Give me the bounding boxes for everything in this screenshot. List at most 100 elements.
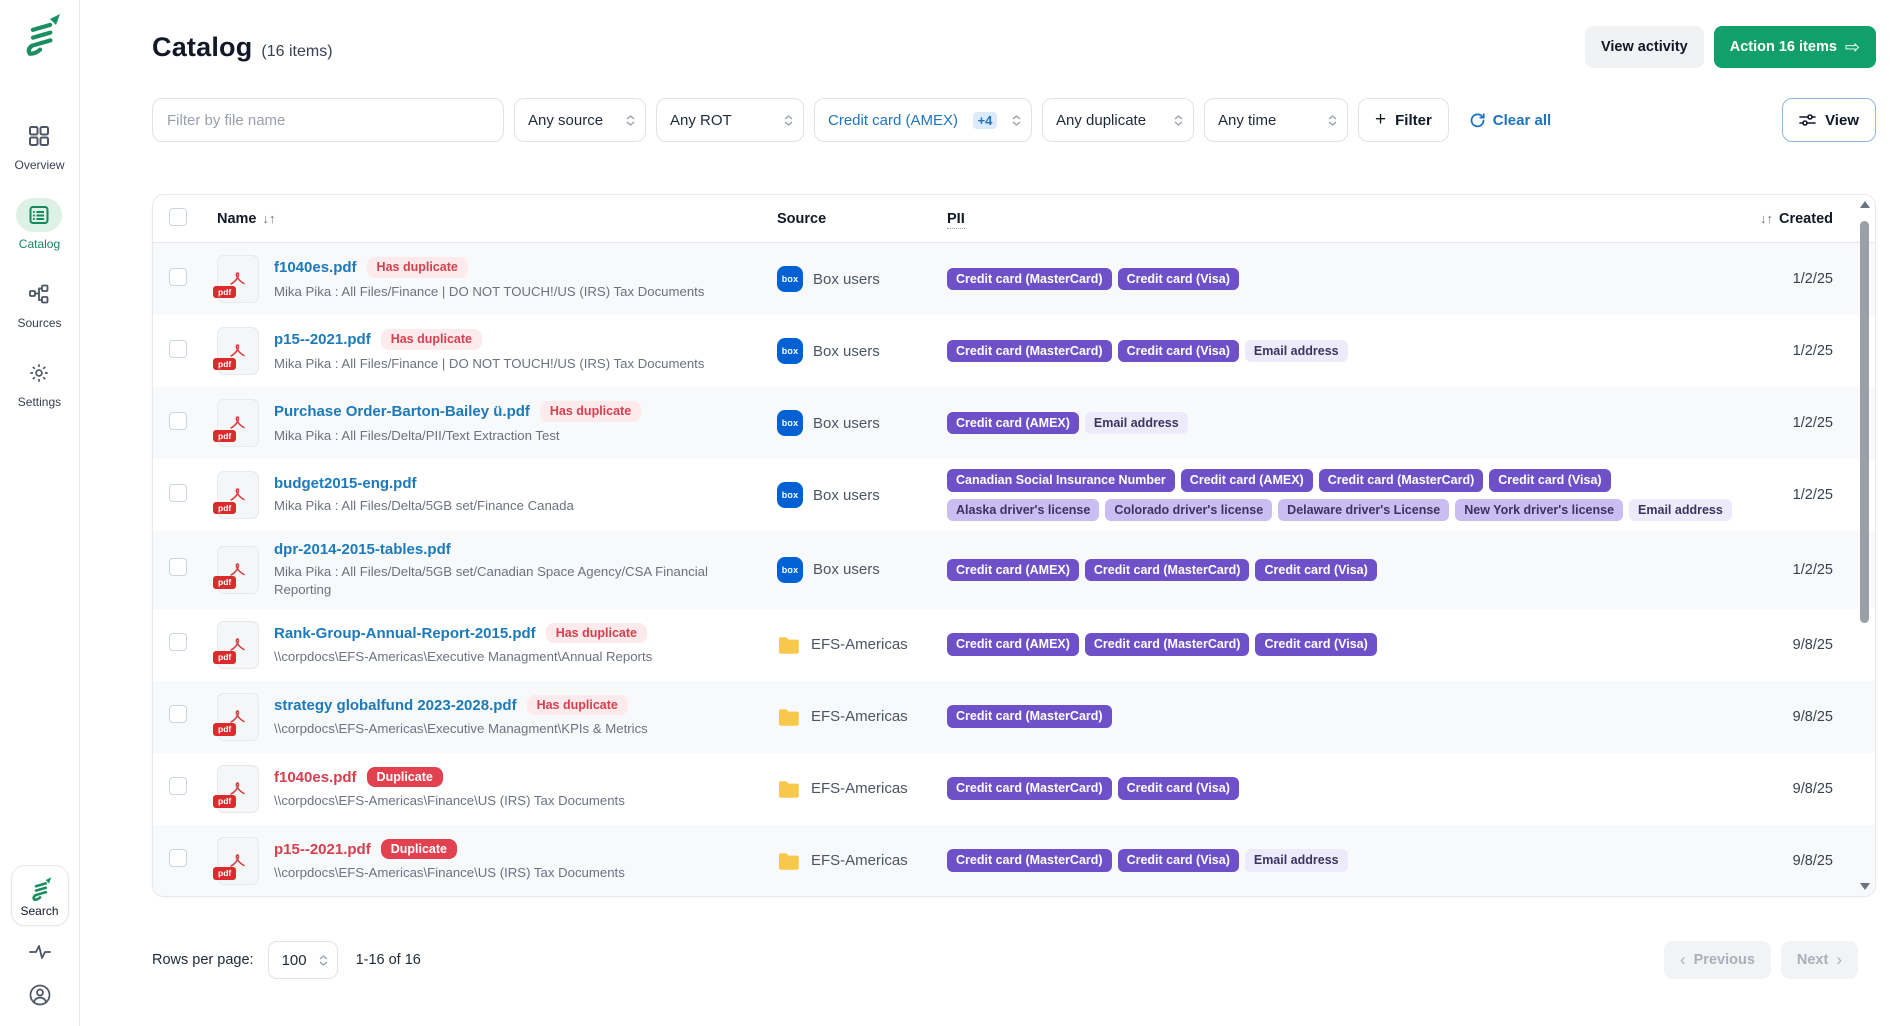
- file-name-filter-input[interactable]: [152, 98, 504, 142]
- file-name-link[interactable]: budget2015-eng.pdf: [274, 475, 417, 492]
- table-body: pdf f1040es.pdf Has duplicate Mika Pika …: [153, 243, 1875, 897]
- row-checkbox[interactable]: [169, 340, 187, 358]
- previous-page-button[interactable]: ‹ Previous: [1664, 941, 1771, 979]
- pii-tag: Credit card (MasterCard): [1085, 633, 1250, 656]
- pii-filter-dropdown[interactable]: Credit card (AMEX) +4: [814, 98, 1032, 142]
- pii-tag: Canadian Social Insurance Number: [947, 469, 1175, 492]
- chevron-updown-icon: [1328, 115, 1337, 126]
- pdf-badge: pdf: [213, 286, 236, 299]
- created-date: 9/8/25: [1749, 709, 1859, 725]
- table-row[interactable]: pdf p15--2021.pdf Has duplicate Mika Pik…: [153, 315, 1875, 387]
- row-checkbox[interactable]: [169, 777, 187, 795]
- pii-tag: Credit card (MasterCard): [947, 340, 1112, 363]
- pulse-icon[interactable]: [27, 942, 53, 967]
- dropdown-label: Any source: [528, 112, 603, 129]
- file-name-link[interactable]: f1040es.pdf: [274, 259, 357, 276]
- row-checkbox[interactable]: [169, 633, 187, 651]
- file-name-link[interactable]: f1040es.pdf: [274, 769, 357, 786]
- table-row[interactable]: pdf dpr-2014-2015-tables.pdf Mika Pika :…: [153, 531, 1875, 609]
- file-name-link[interactable]: strategy globalfund 2023-2028.pdf: [274, 697, 517, 714]
- sidebar: Overview Catalog Sources: [0, 0, 80, 1026]
- file-name-link[interactable]: p15--2021.pdf: [274, 841, 371, 858]
- table-row[interactable]: pdf f1040es.pdf Has duplicate Mika Pika …: [153, 243, 1875, 315]
- rows-per-page-select[interactable]: 100: [268, 941, 338, 979]
- scroll-down-icon[interactable]: [1860, 883, 1870, 890]
- row-checkbox[interactable]: [169, 558, 187, 576]
- sidebar-item-settings[interactable]: Settings: [16, 356, 62, 409]
- chevron-updown-icon: [319, 955, 328, 966]
- pdf-badge: pdf: [213, 502, 236, 515]
- add-filter-button[interactable]: + Filter: [1358, 98, 1449, 142]
- file-name-link[interactable]: Rank-Group-Annual-Report-2015.pdf: [274, 625, 536, 642]
- duplicate-badge: Has duplicate: [367, 257, 468, 278]
- chevron-right-icon: ›: [1836, 950, 1842, 970]
- file-path: Mika Pika : All Files/Delta/5GB set/Fina…: [274, 497, 574, 515]
- pdf-file-icon: pdf: [217, 765, 259, 813]
- pii-tags: Credit card (AMEX)Credit card (MasterCar…: [947, 633, 1749, 656]
- time-filter-dropdown[interactable]: Any time: [1204, 98, 1348, 142]
- scroll-up-icon[interactable]: [1860, 201, 1870, 208]
- row-checkbox[interactable]: [169, 484, 187, 502]
- row-checkbox[interactable]: [169, 412, 187, 430]
- pdf-file-icon: pdf: [217, 255, 259, 303]
- table-row[interactable]: pdf strategy globalfund 2023-2028.pdf Ha…: [153, 681, 1875, 753]
- created-date: 9/8/25: [1749, 637, 1859, 653]
- folder-icon: [777, 634, 801, 656]
- source-header-label: Source: [777, 211, 826, 227]
- table-row[interactable]: pdf Rank-Group-Annual-Report-2015.pdf Ha…: [153, 609, 1875, 681]
- column-header-source: Source: [777, 211, 947, 227]
- clear-all-button[interactable]: Clear all: [1469, 112, 1551, 129]
- page-title: Catalog: [152, 32, 252, 63]
- sidebar-item-overview[interactable]: Overview: [14, 119, 64, 172]
- catalog-table: Name ↓↑ Source PII ↓↑ Created pdf: [152, 194, 1876, 897]
- created-date: 1/2/25: [1749, 415, 1859, 431]
- search-launcher[interactable]: Search: [11, 865, 69, 926]
- sidebar-item-sources[interactable]: Sources: [16, 277, 62, 330]
- pii-tags: Credit card (MasterCard)Credit card (Vis…: [947, 340, 1749, 363]
- row-checkbox[interactable]: [169, 268, 187, 286]
- rows-per-page-label: Rows per page:: [152, 952, 254, 968]
- duplicate-badge: Duplicate: [381, 839, 457, 860]
- table-row[interactable]: pdf p15--2021.pdf Duplicate \\corpdocs\E…: [153, 825, 1875, 897]
- file-name-link[interactable]: dpr-2014-2015-tables.pdf: [274, 541, 451, 558]
- row-checkbox[interactable]: [169, 849, 187, 867]
- source-filter-dropdown[interactable]: Any source: [514, 98, 646, 142]
- pii-tag: Credit card (AMEX): [947, 559, 1079, 582]
- dropdown-label: Any ROT: [670, 112, 732, 129]
- scrollbar-thumb[interactable]: [1860, 221, 1869, 623]
- action-items-button[interactable]: Action 16 items ⇨: [1714, 26, 1876, 68]
- file-path: Mika Pika : All Files/Finance | DO NOT T…: [274, 355, 704, 373]
- file-path: \\corpdocs\EFS-Americas\Finance\US (IRS)…: [274, 864, 625, 882]
- rot-filter-dropdown[interactable]: Any ROT: [656, 98, 804, 142]
- row-checkbox[interactable]: [169, 705, 187, 723]
- table-row[interactable]: pdf f1040es.pdf Duplicate \\corpdocs\EFS…: [153, 753, 1875, 825]
- column-header-name[interactable]: Name ↓↑: [217, 211, 777, 227]
- duplicate-filter-dropdown[interactable]: Any duplicate: [1042, 98, 1194, 142]
- brand-search-icon: [27, 875, 53, 901]
- column-header-created[interactable]: ↓↑ Created: [1749, 211, 1859, 227]
- table-row[interactable]: pdf budget2015-eng.pdf Mika Pika : All F…: [153, 459, 1875, 531]
- pii-tag: Delaware driver's License: [1278, 499, 1449, 522]
- file-path: Mika Pika : All Files/Finance | DO NOT T…: [274, 283, 704, 301]
- table-row[interactable]: pdf Purchase Order-Barton-Bailey ü.pdf H…: [153, 387, 1875, 459]
- table-scrollbar[interactable]: [1857, 199, 1872, 892]
- sort-icon: ↓↑: [263, 211, 276, 226]
- created-header-label: Created: [1779, 211, 1833, 227]
- sidebar-item-catalog[interactable]: Catalog: [16, 198, 62, 251]
- view-options-button[interactable]: View: [1782, 98, 1876, 142]
- view-activity-label: View activity: [1601, 39, 1688, 55]
- list-icon: [16, 198, 62, 232]
- box-source-icon: box: [777, 338, 803, 364]
- file-name-link[interactable]: p15--2021.pdf: [274, 331, 371, 348]
- view-activity-button[interactable]: View activity: [1585, 26, 1704, 68]
- next-page-button[interactable]: Next ›: [1781, 941, 1858, 979]
- box-source-icon: box: [777, 557, 803, 583]
- file-name-link[interactable]: Purchase Order-Barton-Bailey ü.pdf: [274, 403, 530, 420]
- pii-tag: Colorado driver's license: [1105, 499, 1272, 522]
- user-icon[interactable]: [28, 983, 52, 1012]
- pdf-badge: pdf: [213, 867, 236, 880]
- pdf-badge: pdf: [213, 430, 236, 443]
- chevron-updown-icon: [1174, 115, 1183, 126]
- select-all-checkbox[interactable]: [169, 208, 187, 226]
- chevron-updown-icon: [626, 115, 635, 126]
